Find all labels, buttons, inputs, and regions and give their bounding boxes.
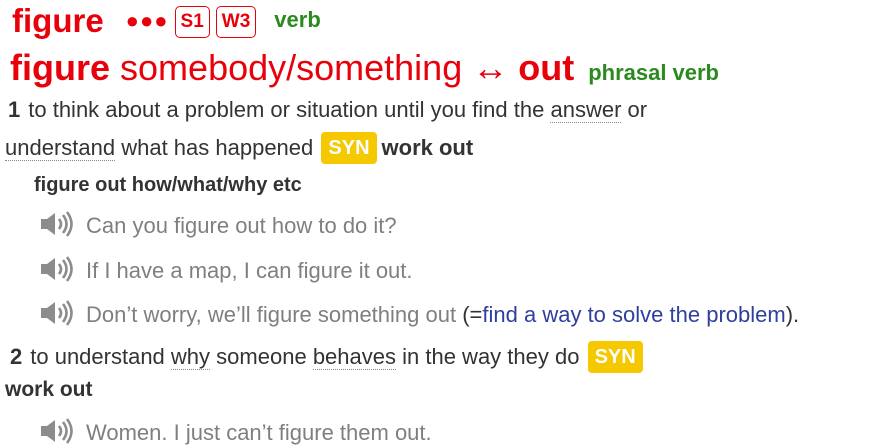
syn-badge: SYN bbox=[587, 341, 643, 373]
phrasal-head: figure bbox=[10, 47, 111, 88]
entry-header: figure ●●● S1 W3 verb bbox=[12, 2, 321, 43]
example-sentence: Can you figure out how to do it? bbox=[40, 211, 397, 239]
headword: figure bbox=[12, 2, 104, 39]
sense-1-definition-line-1: 1 to think about a problem or situation u… bbox=[8, 97, 647, 123]
part-of-speech: verb bbox=[274, 7, 321, 32]
crossref-link[interactable]: behaves bbox=[312, 344, 396, 370]
frequency-label-written[interactable]: W3 bbox=[215, 6, 257, 38]
example-sentence: If I have a map, I can figure it out. bbox=[40, 256, 413, 284]
frequency-dots: ●●● bbox=[125, 8, 169, 33]
definition-text: or bbox=[627, 97, 648, 122]
frequency-label-spoken[interactable]: S1 bbox=[174, 6, 210, 38]
gloss-open: (= bbox=[462, 302, 483, 327]
phrasal-pos-1: phrasal bbox=[588, 60, 667, 85]
definition-text: someone bbox=[216, 344, 307, 369]
gloss-text: find a way to solve bbox=[482, 302, 664, 327]
sense-number: 2 bbox=[10, 344, 23, 369]
speaker-icon[interactable] bbox=[40, 211, 76, 237]
separable-arrow: ↔ bbox=[472, 47, 509, 88]
crossref-link[interactable]: why bbox=[170, 344, 211, 370]
definition-text: what has happened bbox=[121, 135, 314, 160]
example-text: If I have a map, I can figure it out. bbox=[86, 258, 413, 283]
definition-text: to think about a problem or situation un… bbox=[28, 97, 545, 122]
speaker-icon[interactable] bbox=[40, 300, 76, 326]
phrasal-object: somebody/something bbox=[120, 47, 463, 88]
speaker-icon[interactable] bbox=[40, 256, 76, 282]
example-text: Don’t worry, we’ll figure something out bbox=[86, 302, 457, 327]
example-sentence: Women. I just can’t figure them out. bbox=[40, 418, 432, 446]
phrasal-particle: out bbox=[518, 47, 575, 88]
phrasal-verb-header: figure somebody/something ↔ out phrasal ve… bbox=[10, 47, 719, 89]
phrasal-pos-2: verb bbox=[672, 60, 719, 85]
gloss-close: ). bbox=[785, 302, 800, 327]
gloss-text: the problem bbox=[669, 302, 786, 327]
example-sentence: Don’t worry, we’ll figure something out … bbox=[40, 300, 799, 328]
example-text: Can you figure out how to do it? bbox=[86, 213, 397, 238]
speaker-icon[interactable] bbox=[40, 418, 76, 444]
sense-1-definition-line-2: understand what has happened SYN work out bbox=[5, 132, 474, 165]
definition-text: to understand bbox=[30, 344, 165, 369]
syn-badge: SYN bbox=[321, 132, 377, 164]
sense-2-definition: 2 to understand why someone behaves in th… bbox=[10, 341, 648, 374]
grammar-pattern: figure out how/what/why etc bbox=[34, 174, 302, 196]
synonym[interactable]: work out bbox=[382, 135, 474, 160]
synonym[interactable]: work out bbox=[5, 378, 93, 402]
example-gloss: (=find a way to solve the problem). bbox=[462, 302, 799, 327]
sense-number: 1 bbox=[8, 97, 21, 122]
definition-text: in the way they do bbox=[402, 344, 580, 369]
crossref-link[interactable]: answer bbox=[550, 97, 622, 123]
crossref-link[interactable]: understand bbox=[5, 135, 116, 161]
example-text: Women. I just can’t figure them out. bbox=[86, 420, 432, 445]
